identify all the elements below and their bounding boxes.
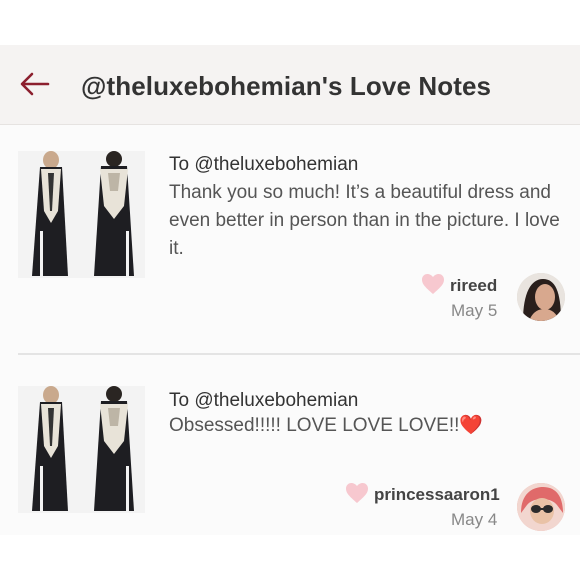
note-date: May 5 (451, 301, 498, 320)
recipient-label: To @theluxebohemian (169, 390, 359, 411)
recipient-label: To @theluxebohemian (169, 154, 359, 175)
heart-icon (346, 483, 368, 503)
app-header: @theluxebohemian's Love Notes (0, 45, 580, 125)
listing-thumbnail[interactable] (18, 151, 145, 278)
page-title: @theluxebohemian's Love Notes (81, 71, 492, 101)
love-notes-list: To @theluxebohemian Thank you so much! I… (0, 125, 580, 535)
heart-icon (422, 274, 444, 294)
username[interactable]: princessaaron1 (374, 485, 500, 505)
avatar-image (517, 483, 565, 531)
arrow-left-icon (20, 72, 50, 96)
avatar[interactable] (517, 483, 565, 531)
note-message: Obsessed!!!!! LOVE LOVE LOVE!!❤️ (169, 415, 484, 436)
avatar[interactable] (517, 273, 565, 321)
love-note: To @theluxebohemian Obsessed!!!!! LOVE L… (0, 355, 580, 535)
note-message: Thank you so much! It’s a beautiful dres… (169, 182, 560, 259)
note-date: May 4 (451, 510, 498, 529)
avatar-image (517, 273, 565, 321)
username[interactable]: rireed (450, 276, 497, 296)
love-note: To @theluxebohemian Thank you so much! I… (0, 125, 580, 353)
dress-photo (18, 151, 145, 278)
listing-thumbnail[interactable] (18, 386, 145, 513)
back-button[interactable] (18, 69, 52, 99)
dress-photo (18, 386, 145, 513)
